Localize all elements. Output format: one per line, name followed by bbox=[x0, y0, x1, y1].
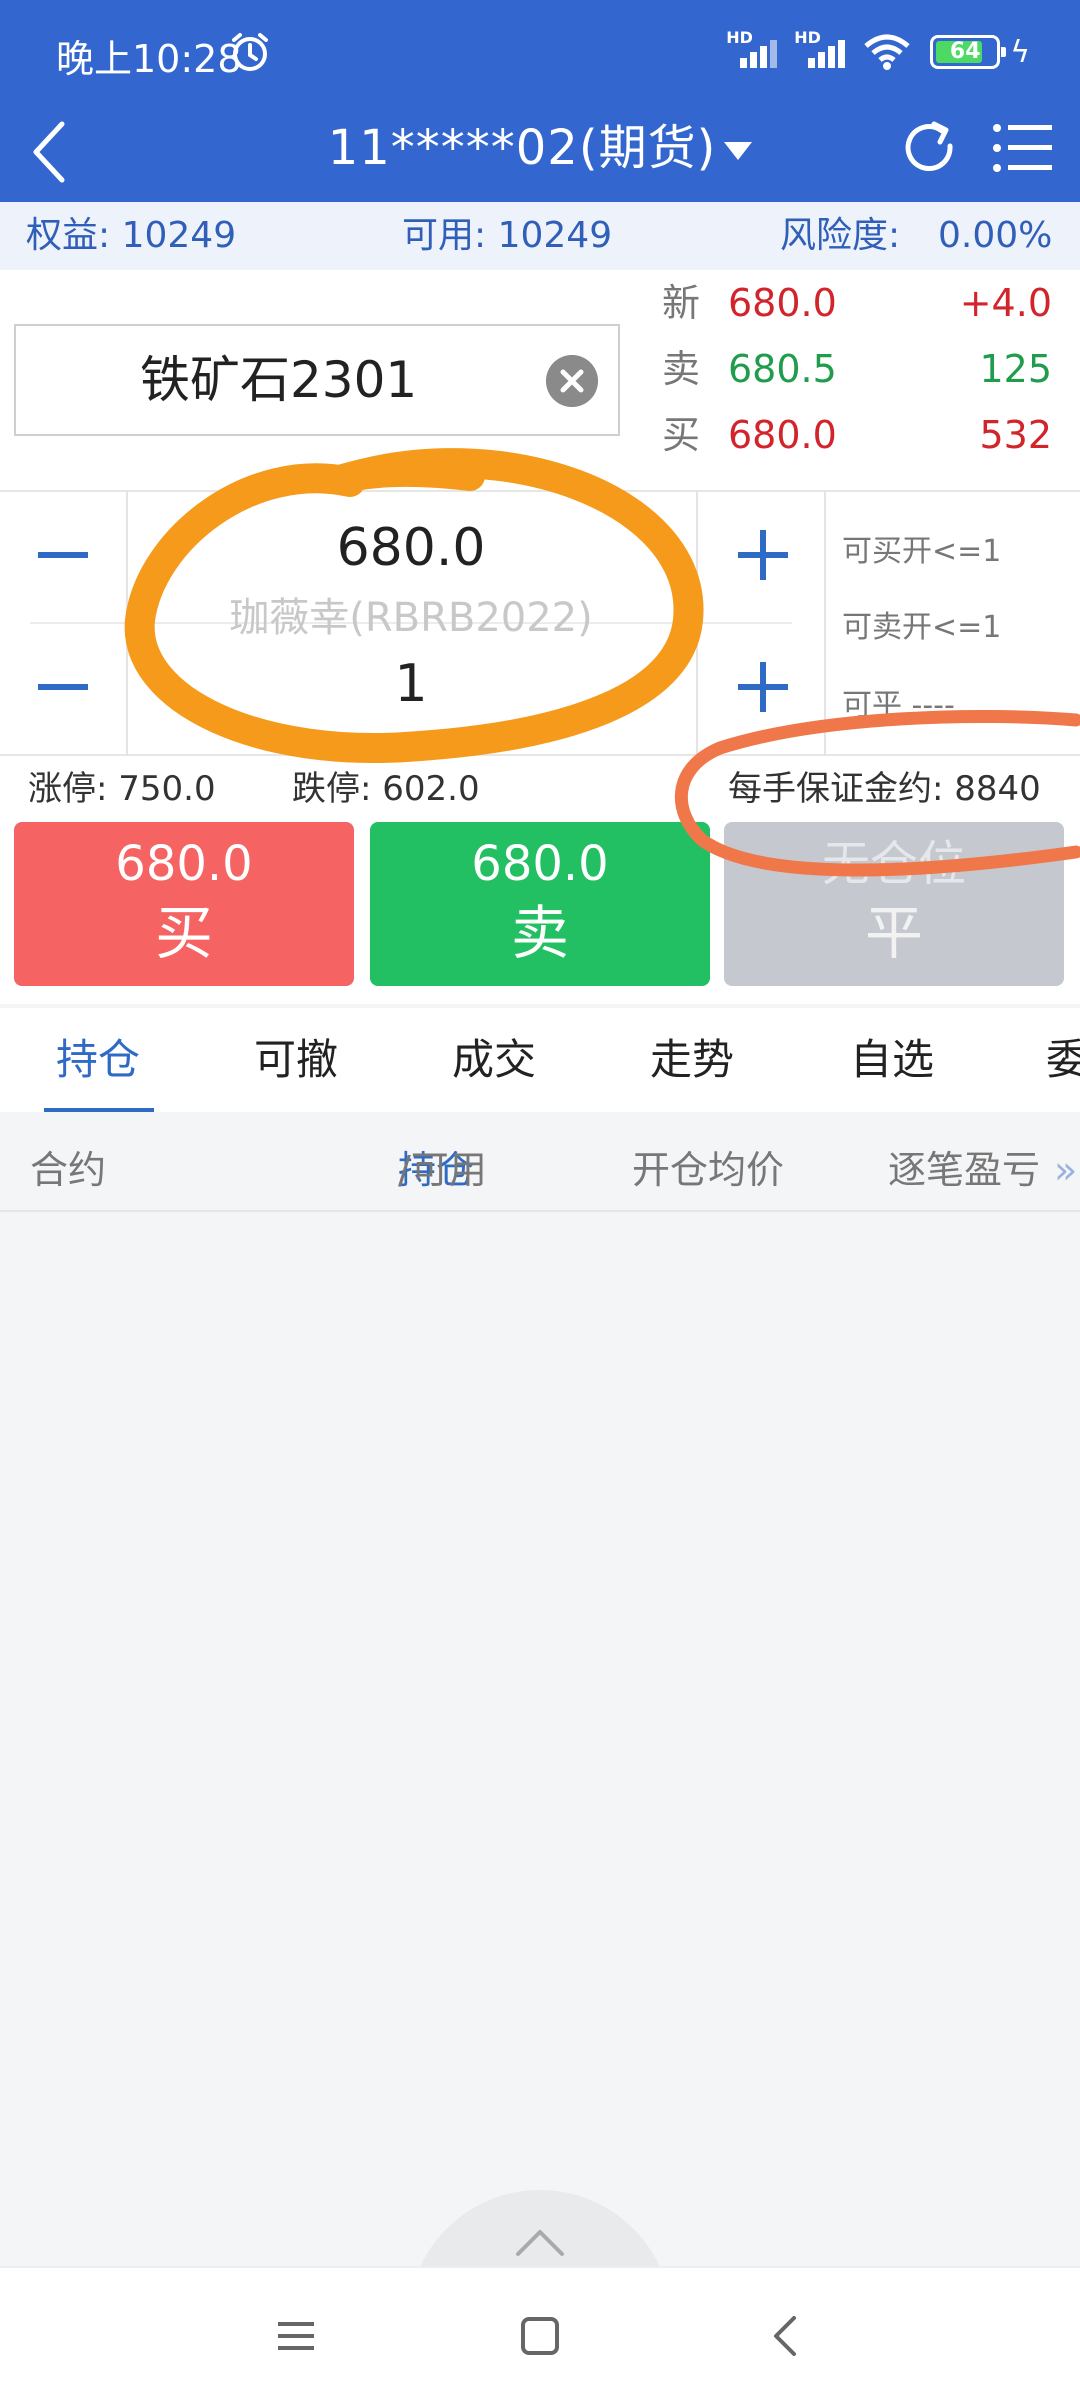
plus-icon bbox=[738, 662, 788, 712]
tab-cancelable[interactable]: 可撤 bbox=[254, 1008, 338, 1112]
minus-icon bbox=[38, 552, 88, 558]
instrument-panel: 铁矿石2301 新 680.0 +4.0 卖 680.5 125 买 680.0… bbox=[0, 270, 1080, 492]
quote-bid-row[interactable]: 买 680.0 532 bbox=[660, 402, 1060, 468]
risk-label: 风险度: bbox=[780, 215, 901, 256]
battery-icon: 64 bbox=[930, 35, 1007, 69]
quantity-input[interactable]: 1 bbox=[126, 646, 696, 726]
can-close: 可平 ---- bbox=[842, 688, 955, 723]
watermark-text: 珈薇幸(RBRB2022) bbox=[229, 595, 593, 641]
quote-ask-row[interactable]: 卖 680.5 125 bbox=[660, 336, 1060, 402]
col-avg-open-price: 开仓均价 bbox=[632, 1148, 785, 1192]
status-time: 晚上10:28 bbox=[56, 37, 242, 81]
system-nav-bar bbox=[0, 2266, 1080, 2400]
plus-icon bbox=[738, 530, 788, 580]
tab-trend[interactable]: 走势 bbox=[650, 1008, 734, 1112]
price-plus-button[interactable] bbox=[718, 510, 808, 600]
sell-label: 卖 bbox=[510, 899, 569, 967]
quantity-plus-button[interactable] bbox=[718, 642, 808, 732]
tab-orders[interactable]: 委 bbox=[1046, 1008, 1080, 1112]
price-input[interactable]: 680.0 bbox=[126, 510, 696, 590]
clear-icon[interactable] bbox=[546, 355, 598, 407]
ask-volume: 125 bbox=[979, 347, 1052, 391]
top-bar: 晚上10:28 HD HD 64 ϟ 11*****02(期货) bbox=[0, 0, 1080, 202]
recent-apps-icon[interactable] bbox=[272, 2312, 320, 2360]
wifi-icon bbox=[864, 34, 910, 70]
battery-level: 64 bbox=[949, 39, 981, 64]
charging-icon: ϟ bbox=[1010, 34, 1030, 70]
more-columns-icon[interactable]: » bbox=[1054, 1128, 1077, 1212]
can-buy-open: 可买开<=1 bbox=[842, 534, 1002, 569]
quote-panel: 新 680.0 +4.0 卖 680.5 125 买 680.0 532 bbox=[660, 270, 1060, 492]
buy-label: 买 bbox=[154, 899, 213, 967]
buy-price: 680.0 bbox=[115, 836, 253, 892]
price-minus-button[interactable] bbox=[18, 510, 108, 600]
instrument-input[interactable]: 铁矿石2301 bbox=[14, 324, 620, 436]
close-position-button[interactable]: 无仓位 平 bbox=[724, 822, 1064, 986]
limit-down: 跌停: 602.0 bbox=[292, 769, 480, 809]
bid-label: 买 bbox=[662, 413, 701, 457]
can-sell-open: 可卖开<=1 bbox=[842, 610, 1002, 645]
equity-label: 权益: 10249 bbox=[26, 215, 237, 256]
status-bar: 晚上10:28 HD HD 64 ϟ bbox=[0, 0, 1080, 104]
limit-up: 涨停: 750.0 bbox=[28, 769, 216, 809]
signal-icon-2: HD bbox=[794, 28, 852, 74]
active-tab-indicator bbox=[44, 1108, 154, 1112]
available-label: 可用: 10249 bbox=[402, 215, 613, 256]
close-status: 无仓位 bbox=[821, 836, 966, 892]
minus-icon bbox=[38, 684, 88, 690]
nav-bar: 11*****02(期货) bbox=[0, 104, 1080, 202]
menu-list-icon[interactable] bbox=[990, 114, 1054, 182]
page-title: 11*****02(期货) bbox=[327, 120, 717, 176]
trade-buttons: 680.0 买 680.0 卖 无仓位 平 bbox=[0, 822, 1080, 1004]
quote-last-row: 新 680.0 +4.0 bbox=[660, 270, 1060, 336]
risk-value: 0.00% bbox=[938, 215, 1053, 256]
col-pnl: 逐笔盈亏 bbox=[888, 1148, 1041, 1192]
ask-label: 卖 bbox=[662, 347, 701, 391]
sell-price: 680.0 bbox=[471, 836, 609, 892]
quantity-minus-button[interactable] bbox=[18, 642, 108, 732]
last-price: 680.0 bbox=[728, 281, 837, 325]
home-icon[interactable] bbox=[516, 2312, 564, 2360]
price-change: +4.0 bbox=[959, 281, 1052, 325]
bid-price: 680.0 bbox=[728, 413, 837, 457]
positions-list bbox=[0, 1214, 1080, 2264]
close-label: 平 bbox=[864, 899, 923, 967]
limit-row: 涨停: 750.0 跌停: 602.0 每手保证金约: 8840 bbox=[0, 756, 1080, 822]
bid-volume: 532 bbox=[979, 413, 1052, 457]
tab-trades[interactable]: 成交 bbox=[452, 1008, 536, 1112]
divider bbox=[696, 492, 698, 756]
col-contract: 合约 bbox=[30, 1148, 107, 1192]
order-entry: 680.0 珈薇幸(RBRB2022) 1 可买开<=1 可卖开<=1 可平 -… bbox=[0, 492, 1080, 756]
sell-button[interactable]: 680.0 卖 bbox=[370, 822, 710, 986]
divider bbox=[824, 492, 826, 756]
refresh-icon[interactable] bbox=[898, 116, 962, 180]
tab-watchlist[interactable]: 自选 bbox=[850, 1008, 934, 1112]
chevron-up-icon bbox=[516, 2230, 564, 2256]
alarm-icon bbox=[232, 33, 268, 71]
margin-per-lot: 每手保证金约: 8840 bbox=[728, 769, 1041, 809]
status-icons: HD HD 64 ϟ bbox=[726, 28, 1030, 74]
dropdown-caret-icon bbox=[724, 142, 753, 160]
account-summary: 权益: 10249 可用: 10249 风险度: 0.00% bbox=[0, 202, 1080, 270]
tab-bar: 持仓 可撤 成交 走势 自选 委 bbox=[0, 1008, 1080, 1112]
signal-icon: HD bbox=[726, 28, 784, 74]
col-available-label: /可用 bbox=[398, 1148, 487, 1192]
ask-price: 680.5 bbox=[728, 347, 837, 391]
positions-header: 合约 持仓/可用 开仓均价 逐笔盈亏 » bbox=[0, 1128, 1080, 1212]
tab-positions[interactable]: 持仓 bbox=[56, 1008, 140, 1112]
buy-button[interactable]: 680.0 买 bbox=[14, 822, 354, 986]
instrument-name: 铁矿石2301 bbox=[140, 351, 418, 409]
back-nav-icon[interactable] bbox=[762, 2312, 810, 2360]
last-label: 新 bbox=[662, 281, 701, 325]
